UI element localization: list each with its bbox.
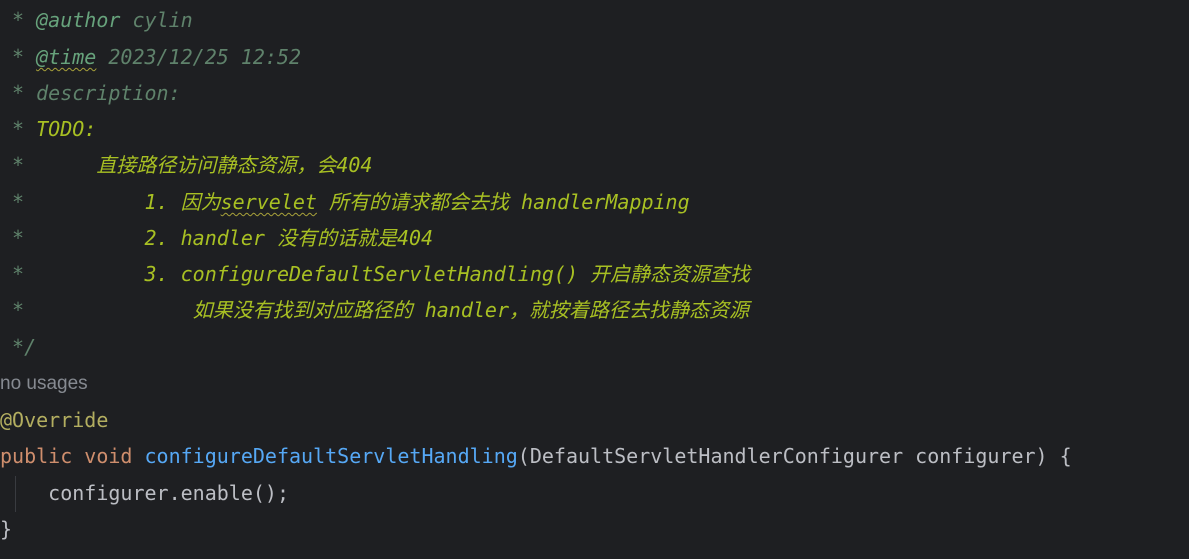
- comment-star: *: [0, 153, 25, 177]
- code-line-comment-end: */: [0, 335, 37, 359]
- code-line-method-signature: public void configureDefaultServletHandl…: [0, 438, 1072, 474]
- code-editor[interactable]: * @author cylin * @time 2023/12/25 12:52…: [0, 0, 1189, 559]
- comment-star: *: [0, 226, 25, 250]
- comment-star: *: [0, 190, 25, 214]
- comment-star: *: [0, 298, 25, 322]
- todo-text: 2. handler 没有的话就是404: [24, 226, 434, 250]
- comment-star: *: [0, 8, 37, 32]
- code-line-todo-4: * 3. configureDefaultServletHandling() 开…: [0, 256, 750, 292]
- todo-text: 3. configureDefaultServletHandling() 开启静…: [24, 262, 751, 286]
- method-name[interactable]: configureDefaultServletHandling: [145, 444, 518, 468]
- todo-text: 如果没有找到对应路径的 handler，就按着路径去找静态资源: [24, 298, 749, 322]
- override-annotation: @Override: [0, 408, 109, 432]
- doc-tag-time: @time: [36, 45, 97, 69]
- method-params: (DefaultServletHandlerConfigurer configu…: [517, 444, 1072, 468]
- doc-time-value: 2023/12/25 12:52: [96, 45, 302, 69]
- doc-tag-author: @author: [36, 8, 121, 32]
- keyword-public: public: [0, 444, 73, 468]
- code-line-description: * description:: [0, 81, 181, 105]
- code-line-time: * @time 2023/12/25 12:52: [0, 39, 301, 75]
- doc-author-value: cylin: [120, 8, 193, 32]
- todo-marker: TODO:: [36, 117, 97, 141]
- code-line-body: configurer.enable();: [0, 481, 289, 505]
- usages-hint[interactable]: no usages: [0, 366, 88, 402]
- code-line-close-brace: }: [0, 517, 13, 541]
- code-line-todo: * TODO:: [0, 111, 96, 147]
- comment-star: *: [0, 117, 37, 141]
- keyword-void: void: [84, 444, 133, 468]
- code-line-todo-3: * 2. handler 没有的话就是404: [0, 220, 433, 256]
- code-line-todo-5: * 如果没有找到对应路径的 handler，就按着路径去找静态资源: [0, 292, 749, 328]
- code-line-todo-1: * 直接路径访问静态资源，会404: [0, 147, 372, 183]
- comment-star: *: [0, 45, 37, 69]
- todo-text: 所有的请求都会去找 handlerMapping: [316, 190, 690, 214]
- todo-text-typo: servelet: [220, 190, 317, 214]
- comment-star: *: [0, 262, 25, 286]
- code-line-author: * @author cylin: [0, 2, 193, 38]
- todo-text: 直接路径访问静态资源，会404: [24, 153, 373, 177]
- code-line-todo-2: * 1. 因为servelet 所有的请求都会去找 handlerMapping: [0, 184, 690, 220]
- todo-text: 1. 因为: [24, 190, 221, 214]
